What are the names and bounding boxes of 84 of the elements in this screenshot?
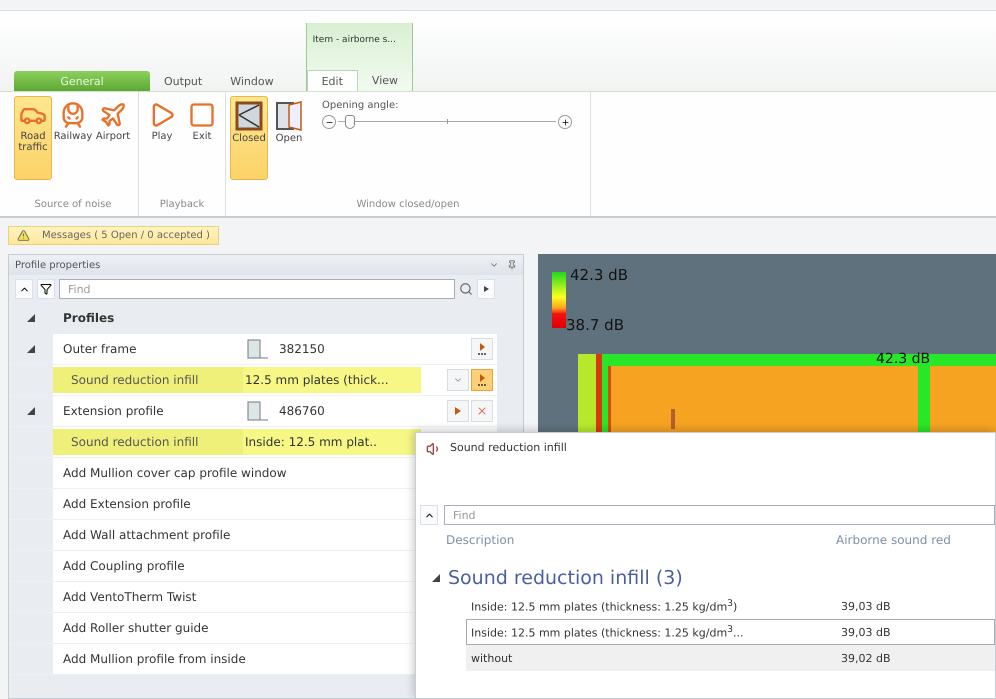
more-icon [477, 373, 487, 387]
ribbon-button[interactable]: Road traffic [14, 96, 52, 180]
cell-button[interactable] [471, 369, 493, 391]
property-label: Add Mullion cover cap profile window [62, 465, 288, 482]
property-label: Add VentoTherm Twist [62, 589, 198, 606]
property-label: Sound reduction infill [53, 367, 243, 393]
stop-icon [188, 101, 216, 129]
property-value[interactable]: 486760 [243, 398, 421, 424]
property-label: Add Mullion profile from inside [62, 651, 247, 668]
cell-button[interactable] [447, 369, 469, 391]
filter-button[interactable] [37, 279, 55, 299]
profile-section-icon [245, 400, 271, 422]
property-value[interactable]: 12.5 mm plates (thick... [243, 367, 421, 393]
property-label: Add Roller shutter guide [62, 620, 210, 637]
closed-window-icon [235, 101, 263, 131]
property-label: Outer frame [62, 341, 138, 358]
ribbon-tab[interactable]: Window [216, 71, 288, 91]
ribbon-tab[interactable]: Output [150, 71, 216, 91]
property-label: Add Extension profile [62, 496, 192, 513]
pin-icon[interactable] [507, 260, 517, 270]
expander-icon[interactable] [27, 345, 35, 353]
slider-thumb[interactable] [344, 115, 355, 129]
plus-icon [560, 118, 570, 126]
group-title: Playback [158, 199, 206, 212]
cell-button[interactable] [471, 400, 493, 422]
value-cell-text: 39,02 dB [841, 652, 892, 664]
ribbon-tab[interactable]: Edit [306, 70, 358, 91]
ribbon-button[interactable]: Exit [183, 96, 221, 180]
scale-max-label: 42.3 dB [570, 266, 628, 284]
zoom-out-button[interactable] [322, 115, 336, 129]
group-title: Window closed/open [355, 199, 461, 212]
value-text: 12.5 mm plates (thick... [245, 373, 389, 387]
expander-icon[interactable] [27, 314, 35, 322]
value-cell-text: 39,03 dB [841, 600, 892, 612]
scale-min-label: 38.7 dB [566, 316, 624, 334]
group-title: Source of noise [34, 199, 112, 212]
profile-section-icon [245, 338, 271, 360]
ribbon-button[interactable]: Play [143, 96, 181, 180]
ribbon-tab[interactable]: View [358, 70, 412, 90]
property-label: Sound reduction infill [53, 429, 243, 455]
property-label: Extension profile [62, 403, 165, 420]
search-field[interactable]: Find [444, 505, 995, 525]
warning-icon [17, 228, 30, 242]
ribbon-button[interactable]: Railway [54, 96, 92, 180]
cell-button[interactable] [471, 338, 493, 360]
cell-button[interactable] [447, 400, 469, 422]
more-icon [477, 342, 487, 356]
property-value[interactable]: Inside: 12.5 mm plat.. [243, 429, 421, 455]
search-icon[interactable] [459, 282, 473, 296]
list-row[interactable]: Inside: 12.5 mm plates (thickness: 1.25 kg/dm$^{3}$... 39,03 dB [466, 619, 995, 645]
next-button[interactable] [477, 279, 495, 299]
open-window-icon [275, 101, 303, 131]
collapse-button[interactable] [15, 279, 33, 299]
color-scale-drawing [552, 272, 566, 328]
triangle-icon [454, 406, 462, 416]
property-label: Add Coupling profile [62, 558, 186, 575]
triangle-icon [484, 286, 488, 292]
zoom-in-button[interactable] [558, 115, 572, 129]
property-value[interactable]: 382150 [243, 336, 421, 362]
collapse-button[interactable] [420, 505, 438, 525]
slider-label: Opening angle: [322, 100, 400, 111]
ribbon-button[interactable]: Airport [94, 96, 132, 180]
tree-row[interactable]: Extension profile 486760 [9, 396, 497, 427]
value-text: Inside: 12.5 mm plat.. [245, 435, 377, 449]
messages-bar[interactable]: Messages ( 5 Open / 0 accepted ) [8, 226, 219, 244]
expander-icon[interactable] [432, 574, 440, 582]
value-cell-text: 39,03 dB [841, 626, 892, 638]
panel-title: Profile properties [15, 260, 100, 270]
property-label: Profiles [62, 310, 116, 327]
filter-icon [40, 283, 52, 295]
value-text: 382150 [279, 342, 325, 356]
tree-row[interactable]: Outer frame 382150 [9, 334, 497, 365]
list-row[interactable]: without 39,02 dB [466, 645, 995, 671]
frame-reading: 42.3 dB [876, 351, 930, 367]
tree-row[interactable]: Sound reduction infill 12.5 mm plates (thick... [9, 365, 497, 396]
ribbon-button[interactable]: Closed [230, 96, 268, 180]
search-field[interactable]: Find [59, 279, 455, 299]
property-label: Add Wall attachment profile [62, 527, 232, 544]
ribbon-button[interactable]: Open [270, 96, 308, 180]
context-tab-label: Item - airborne s... [312, 34, 397, 45]
plane-icon [99, 101, 127, 129]
value-text: 486760 [279, 404, 325, 418]
delete-icon [476, 405, 488, 417]
expander-icon[interactable] [27, 407, 35, 415]
